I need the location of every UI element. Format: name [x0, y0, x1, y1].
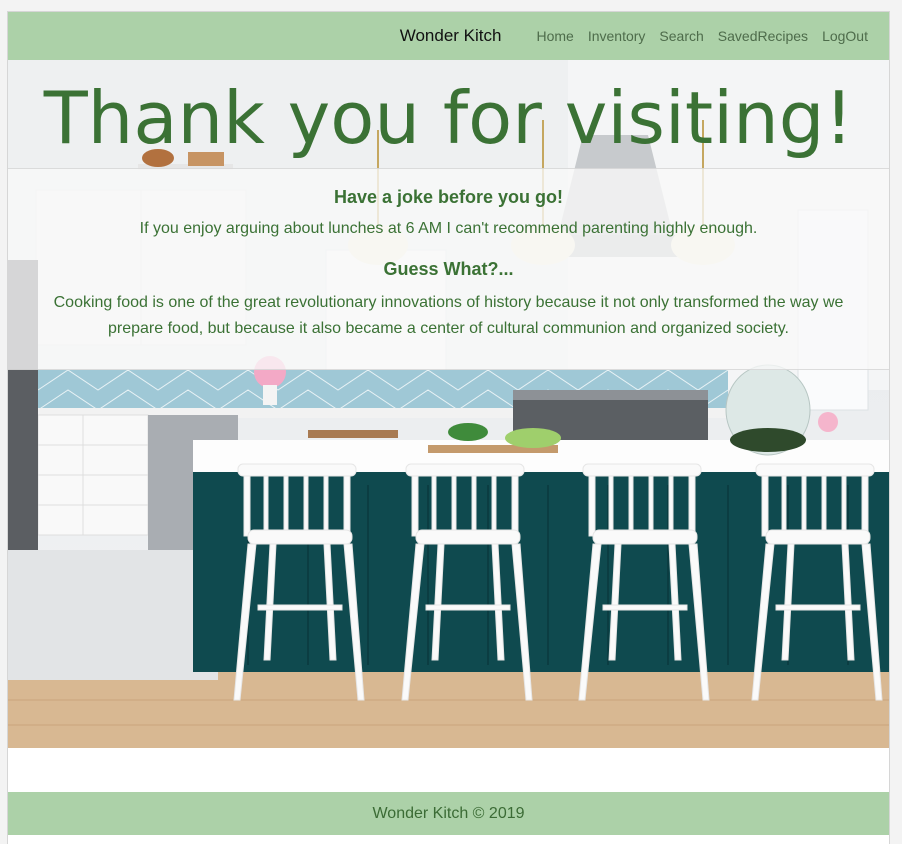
footer: Wonder Kitch © 2019 — [8, 792, 889, 835]
brand-link[interactable]: Wonder Kitch — [400, 26, 502, 46]
nav-home[interactable]: Home — [536, 28, 573, 44]
footer-copyright: Wonder Kitch © 2019 — [372, 804, 525, 822]
nav-inventory[interactable]: Inventory — [588, 28, 646, 44]
hero-section: Thank you for visiting! Have a joke befo… — [8, 60, 889, 748]
joke-text: If you enjoy arguing about lunches at 6 … — [139, 220, 758, 237]
nav-search[interactable]: Search — [659, 28, 703, 44]
nav-logout[interactable]: LogOut — [822, 28, 868, 44]
fact-text: Cooking food is one of the great revolut… — [53, 294, 844, 337]
joke-panel: Have a joke before you go! If you enjoy … — [8, 168, 889, 370]
page-frame: Wonder Kitch Home Inventory Search Saved… — [7, 11, 890, 844]
navbar: Wonder Kitch Home Inventory Search Saved… — [8, 12, 889, 60]
nav-saved-recipes[interactable]: SavedRecipes — [718, 28, 808, 44]
kitchen-photo — [8, 60, 889, 748]
page-title: Thank you for visiting! — [43, 76, 854, 160]
fact-heading: Guess What?... — [383, 259, 514, 279]
joke-heading: Have a joke before you go! — [333, 187, 564, 207]
